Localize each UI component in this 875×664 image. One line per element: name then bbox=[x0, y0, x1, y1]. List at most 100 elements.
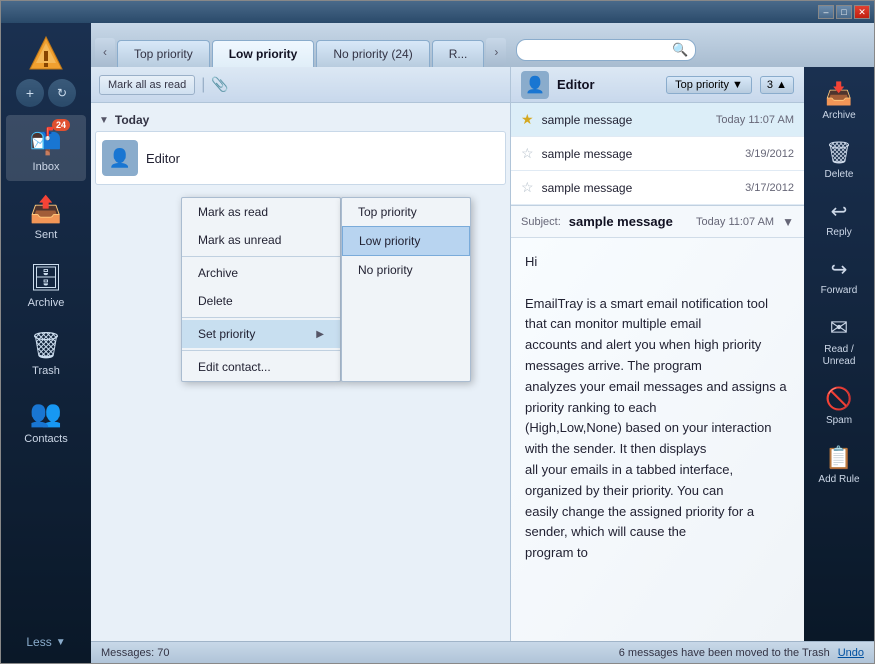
sidebar-item-sent[interactable]: 📤 Sent bbox=[6, 183, 86, 249]
body-line-7: program to bbox=[525, 543, 790, 564]
sidebar-item-contacts[interactable]: 👥 Contacts bbox=[6, 387, 86, 453]
sent-icon-wrap: 📤 bbox=[28, 191, 64, 227]
context-menu-separator-3 bbox=[182, 350, 340, 351]
search-icon: 🔍 bbox=[672, 42, 688, 58]
delete-action-button[interactable]: 🗑 Delete bbox=[807, 132, 871, 189]
msg-items: ★ sample message Today 11:07 AM ☆ sample… bbox=[511, 103, 804, 206]
spam-action-button[interactable]: 🚫 Spam bbox=[807, 378, 871, 435]
tab-low-priority[interactable]: Low priority bbox=[212, 40, 315, 67]
refresh-icon[interactable]: ↻ bbox=[48, 79, 76, 107]
tab-bar: ‹ Top priority Low priority No priority … bbox=[91, 23, 874, 67]
less-button[interactable]: Less ▼ bbox=[20, 629, 71, 655]
spam-action-icon: 🚫 bbox=[825, 386, 852, 412]
forward-action-icon: ↪ bbox=[831, 257, 848, 282]
sidebar-item-inbox[interactable]: 📬 24 Inbox bbox=[6, 115, 86, 181]
body-hi: Hi bbox=[525, 252, 790, 273]
context-menu-set-priority[interactable]: Set priority ▶ bbox=[182, 320, 340, 348]
notification-text: 6 messages have been moved to the Trash bbox=[619, 647, 830, 659]
search-container: 🔍 bbox=[516, 39, 696, 61]
inbox-badge: 24 bbox=[52, 119, 70, 131]
trash-icon-wrap: 🗑 bbox=[28, 327, 64, 363]
undo-link[interactable]: Undo bbox=[838, 647, 864, 659]
sidebar-item-archive[interactable]: 🗄 Archive bbox=[6, 251, 86, 317]
app-window: – □ ✕ + ↻ bbox=[0, 0, 875, 664]
preview-date: Today 11:07 AM bbox=[696, 216, 774, 228]
less-label: Less bbox=[26, 635, 51, 649]
context-menu: Mark as read Mark as unread Archive Dele… bbox=[181, 197, 341, 382]
maximize-button[interactable]: □ bbox=[836, 5, 852, 19]
add-account-icon[interactable]: + bbox=[16, 79, 44, 107]
expand-icon[interactable]: ▼ bbox=[782, 215, 794, 229]
msg-date-3: 3/17/2012 bbox=[745, 182, 794, 194]
search-input[interactable] bbox=[516, 39, 696, 61]
msg-priority-badge[interactable]: Top priority ▼ bbox=[666, 76, 752, 94]
archive-label: Archive bbox=[28, 297, 65, 309]
close-button[interactable]: ✕ bbox=[854, 5, 870, 19]
body-line-4: (High,Low,None) based on your interactio… bbox=[525, 418, 790, 460]
read-unread-action-button[interactable]: ✉ Read /Unread bbox=[807, 307, 871, 376]
tab-next-arrow[interactable]: › bbox=[486, 38, 506, 66]
archive-action-icon: 📥 bbox=[825, 81, 852, 107]
tab-r[interactable]: R... bbox=[432, 40, 485, 67]
context-menu-delete[interactable]: Delete bbox=[182, 287, 340, 315]
msg-row-2[interactable]: ☆ sample message 3/19/2012 bbox=[511, 137, 804, 171]
msg-row-1[interactable]: ★ sample message Today 11:07 AM bbox=[511, 103, 804, 137]
forward-action-label: Forward bbox=[821, 285, 858, 297]
count-expand-icon: ▲ bbox=[776, 79, 787, 91]
sidebar-item-trash[interactable]: 🗑 Trash bbox=[6, 319, 86, 385]
context-menu-mark-read[interactable]: Mark as read bbox=[182, 198, 340, 226]
body-line-5: all your emails in a tabbed interface, o… bbox=[525, 460, 790, 502]
priority-submenu: Top priority Low priority No priority bbox=[341, 197, 471, 382]
subject-label: Subject: bbox=[521, 216, 561, 228]
star-icon-3[interactable]: ☆ bbox=[521, 179, 534, 196]
archive-action-button[interactable]: 📥 Archive bbox=[807, 73, 871, 130]
delete-action-icon: 🗑 bbox=[825, 140, 853, 166]
inbox-label: Inbox bbox=[33, 161, 60, 173]
add-rule-action-button[interactable]: 📋 Add Rule bbox=[807, 437, 871, 494]
msg-row-3[interactable]: ☆ sample message 3/17/2012 bbox=[511, 171, 804, 205]
main-layout: + ↻ 📬 24 Inbox 📤 Sent bbox=[1, 23, 874, 663]
tab-no-priority[interactable]: No priority (24) bbox=[316, 40, 429, 67]
tab-top-priority[interactable]: Top priority bbox=[117, 40, 210, 67]
email-avatar: 👤 bbox=[102, 140, 138, 176]
app-logo bbox=[24, 31, 68, 75]
context-menu-mark-unread[interactable]: Mark as unread bbox=[182, 226, 340, 254]
body-line-2: accounts and alert you when high priorit… bbox=[525, 335, 790, 377]
title-bar: – □ ✕ bbox=[1, 1, 874, 23]
spam-action-label: Spam bbox=[826, 415, 852, 427]
reply-action-button[interactable]: ↩ Reply bbox=[807, 191, 871, 247]
star-icon-1[interactable]: ★ bbox=[521, 111, 534, 128]
context-menu-edit-contact[interactable]: Edit contact... bbox=[182, 353, 340, 381]
add-rule-action-label: Add Rule bbox=[818, 474, 859, 486]
date-group-today: Today bbox=[95, 107, 506, 131]
submenu-top-priority[interactable]: Top priority bbox=[342, 198, 470, 226]
body-line-6: easily change the assigned priority for … bbox=[525, 502, 790, 544]
email-preview: Subject: sample message Today 11:07 AM ▼… bbox=[511, 206, 804, 641]
paperclip-icon: 📎 bbox=[211, 76, 228, 93]
star-icon-2[interactable]: ☆ bbox=[521, 145, 534, 162]
date-group-label: Today bbox=[115, 113, 149, 127]
email-item-editor[interactable]: 👤 Editor bbox=[95, 131, 506, 185]
email-preview-header: Subject: sample message Today 11:07 AM ▼ bbox=[511, 206, 804, 238]
tab-prev-arrow[interactable]: ‹ bbox=[95, 38, 115, 66]
context-menu-archive[interactable]: Archive bbox=[182, 259, 340, 287]
msg-date-2: 3/19/2012 bbox=[745, 148, 794, 160]
minimize-button[interactable]: – bbox=[818, 5, 834, 19]
preview-subject: sample message bbox=[569, 214, 688, 229]
archive-icon-wrap: 🗄 bbox=[28, 259, 64, 295]
reply-action-icon: ↩ bbox=[831, 199, 848, 224]
chevron-down-icon: ▼ bbox=[56, 637, 66, 648]
body-line-1: EmailTray is a smart email notification … bbox=[525, 294, 790, 336]
contacts-icon-wrap: 👥 bbox=[28, 395, 64, 431]
status-bar: Messages: 70 6 messages have been moved … bbox=[91, 641, 874, 663]
read-unread-action-label: Read /Unread bbox=[823, 344, 856, 368]
mark-all-read-button[interactable]: Mark all as read bbox=[99, 75, 195, 95]
submenu-no-priority[interactable]: No priority bbox=[342, 256, 470, 284]
sent-label: Sent bbox=[35, 229, 58, 241]
priority-dropdown-icon: ▼ bbox=[732, 79, 743, 91]
inbox-icon-wrap: 📬 24 bbox=[28, 123, 64, 159]
forward-action-button[interactable]: ↪ Forward bbox=[807, 249, 871, 305]
submenu-arrow-icon: ▶ bbox=[316, 329, 324, 340]
context-menu-separator-2 bbox=[182, 317, 340, 318]
submenu-low-priority[interactable]: Low priority bbox=[342, 226, 470, 256]
